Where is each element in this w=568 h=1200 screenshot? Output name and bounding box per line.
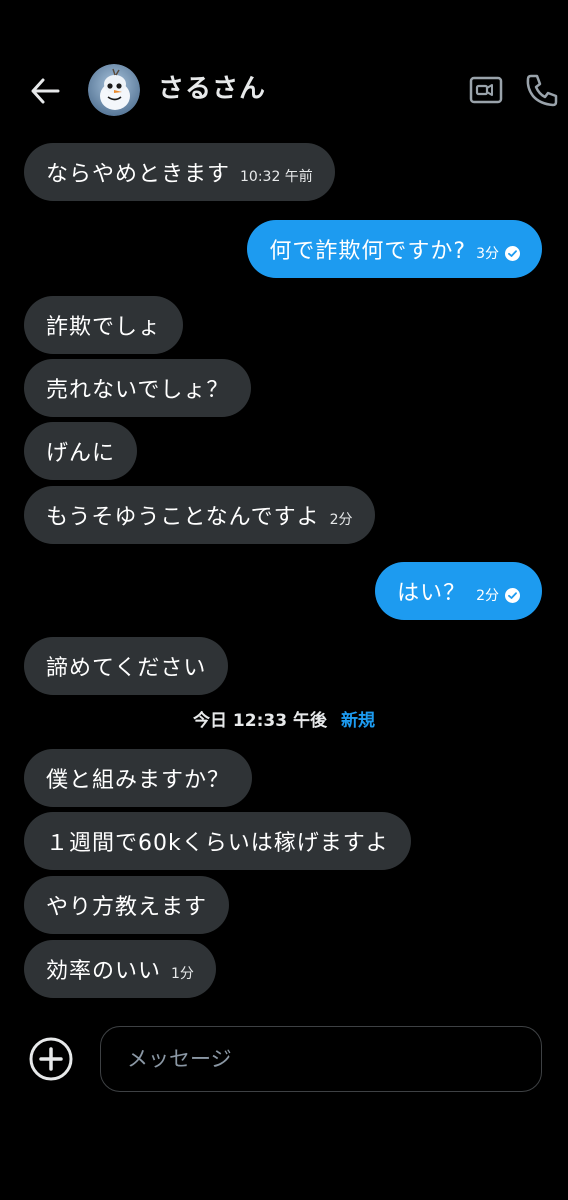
phone-icon: [526, 74, 558, 107]
message-incoming[interactable]: 売れないでしょ？: [24, 359, 252, 417]
message-incoming[interactable]: 僕と組みますか？: [24, 749, 253, 807]
message-composer[interactable]: [100, 1026, 542, 1092]
message-text: １週間で60kくらいは稼げますよ: [46, 831, 389, 856]
message-text: 売れないでしょ？: [46, 378, 230, 403]
contact-name[interactable]: さるさん: [158, 72, 266, 106]
message-outgoing[interactable]: 何で詐欺何ですか? 3分: [247, 220, 542, 278]
arrow-left-icon: [31, 78, 60, 104]
message-time: 1分: [171, 966, 194, 982]
message-incoming[interactable]: 詐欺でしょ: [24, 296, 184, 354]
message-text: 効率のいい: [46, 959, 162, 984]
message-text: ならやめときます: [46, 162, 231, 187]
plus-circle-icon: [29, 1037, 73, 1081]
snowman-avatar-icon: [88, 64, 140, 116]
message-incoming[interactable]: やり方教えます: [24, 876, 230, 934]
message-text: 僕と組みますか？: [46, 768, 231, 793]
message-outgoing[interactable]: はい？ 2分: [375, 562, 542, 620]
video-camera-icon: [469, 76, 503, 104]
message-time: 2分: [476, 588, 499, 604]
message-text: やり方教えます: [46, 895, 208, 920]
voice-call-button[interactable]: [522, 70, 562, 110]
message-incoming[interactable]: 諦めてください: [24, 637, 229, 695]
message-text: はい？: [397, 581, 467, 606]
message-incoming[interactable]: ならやめときます 10:32 午前: [24, 143, 335, 201]
message-incoming[interactable]: げんに: [24, 422, 138, 480]
back-button[interactable]: [26, 72, 64, 110]
sent-check-icon: [505, 587, 520, 603]
message-text: げんに: [46, 441, 116, 466]
video-call-button[interactable]: [466, 70, 506, 110]
sent-check-icon: [505, 245, 520, 261]
contact-avatar[interactable]: [88, 64, 140, 116]
divider-date: 今日 12:33 午後: [193, 711, 327, 731]
message-incoming[interactable]: １週間で60kくらいは稼げますよ: [24, 812, 411, 870]
chat-header: さるさん: [0, 52, 568, 128]
message-time: 10:32 午前: [240, 169, 313, 185]
message-input[interactable]: [125, 1046, 517, 1072]
add-attachment-button[interactable]: [28, 1036, 74, 1082]
message-text: もうそゆうことなんですよ: [46, 505, 320, 530]
message-time: 3分: [476, 246, 499, 262]
message-text: 諦めてください: [46, 656, 207, 681]
message-text: 詐欺でしょ: [46, 315, 162, 340]
new-label: 新規: [340, 711, 375, 731]
message-time: 2分: [329, 512, 353, 528]
message-text: 何で詐欺何ですか?: [269, 239, 467, 264]
new-messages-divider: 今日 12:33 午後 新規: [0, 706, 568, 731]
message-incoming[interactable]: 効率のいい 1分: [24, 940, 216, 998]
message-incoming[interactable]: もうそゆうことなんですよ 2分: [24, 486, 375, 544]
